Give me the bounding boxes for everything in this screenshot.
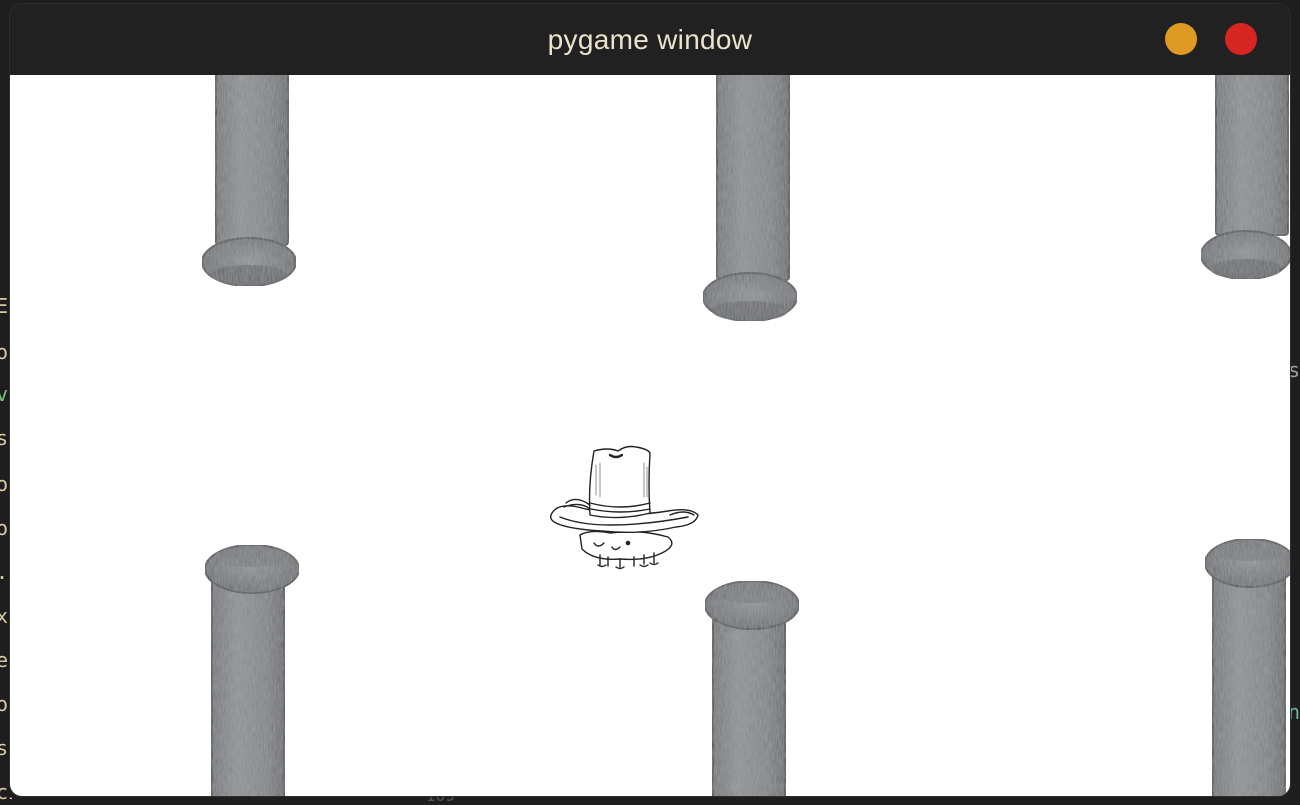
bg-char: s	[0, 736, 9, 760]
game-scene	[201, 75, 1290, 796]
top-pipe	[1200, 75, 1290, 280]
top-pipe	[702, 75, 798, 322]
bg-char: v	[0, 382, 9, 406]
game-canvas[interactable]	[10, 75, 1290, 796]
bg-char: o	[0, 472, 9, 496]
close-button[interactable]	[1225, 23, 1257, 55]
bg-char: .	[0, 560, 8, 584]
minimize-button[interactable]	[1165, 23, 1197, 55]
bottom-pipe	[204, 544, 300, 796]
bg-char: o	[0, 340, 9, 364]
bottom-pipe	[704, 580, 800, 796]
pygame-window: pygame window	[10, 4, 1290, 796]
bg-char: o	[0, 692, 9, 716]
cowboy-hat-bird-icon	[549, 445, 699, 570]
bg-char: e	[0, 648, 9, 672]
window-title: pygame window	[547, 24, 753, 55]
top-pipe	[201, 75, 297, 287]
window-titlebar[interactable]: pygame window	[10, 4, 1290, 75]
bottom-pipe	[1204, 538, 1290, 796]
bg-char: E	[0, 294, 9, 318]
bg-char: o	[0, 516, 9, 540]
